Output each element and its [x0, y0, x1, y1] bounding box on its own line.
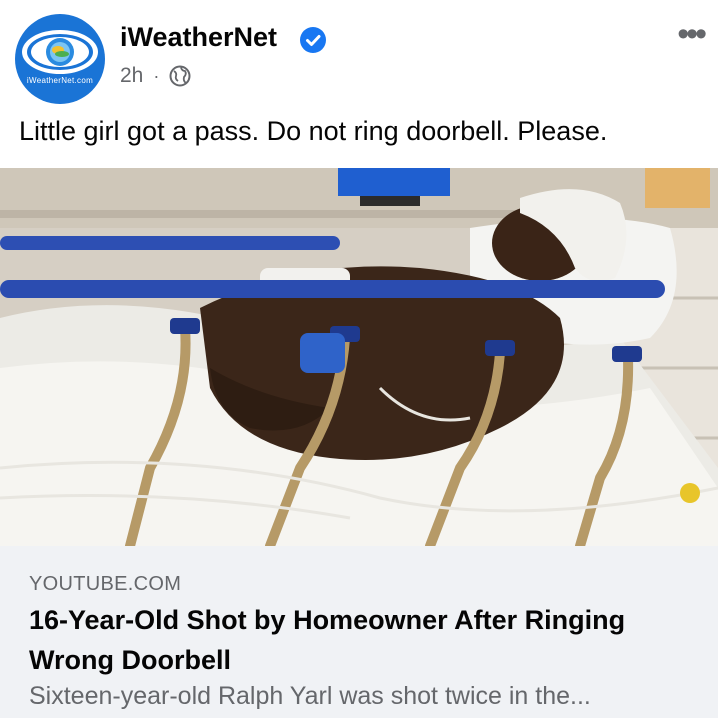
post-meta: 2h ·: [120, 64, 191, 88]
link-domain: YOUTUBE.COM: [29, 573, 182, 595]
meta-separator: ·: [153, 65, 160, 86]
page-name[interactable]: iWeatherNet: [120, 22, 277, 53]
post-header: iWeatherNet.com iWeatherNet 2h · •••: [0, 0, 718, 112]
globe-icon: [169, 65, 191, 87]
more-options-button[interactable]: •••: [677, 17, 707, 51]
eye-logo-icon: [22, 30, 98, 74]
post-text: Little girl got a pass. Do not ring door…: [19, 116, 608, 146]
avatar-logo-text: iWeatherNet.com: [26, 76, 94, 85]
link-title[interactable]: 16-Year-Old Shot by Homeowner After Ring…: [29, 600, 689, 680]
link-description: Sixteen-year-old Ralph Yarl was shot twi…: [29, 682, 591, 710]
verified-badge-icon: [300, 27, 326, 53]
post-timestamp[interactable]: 2h: [120, 64, 143, 88]
hospital-bed-photo: [0, 168, 718, 546]
link-preview-image[interactable]: [0, 168, 718, 546]
page-avatar[interactable]: iWeatherNet.com: [15, 14, 105, 104]
